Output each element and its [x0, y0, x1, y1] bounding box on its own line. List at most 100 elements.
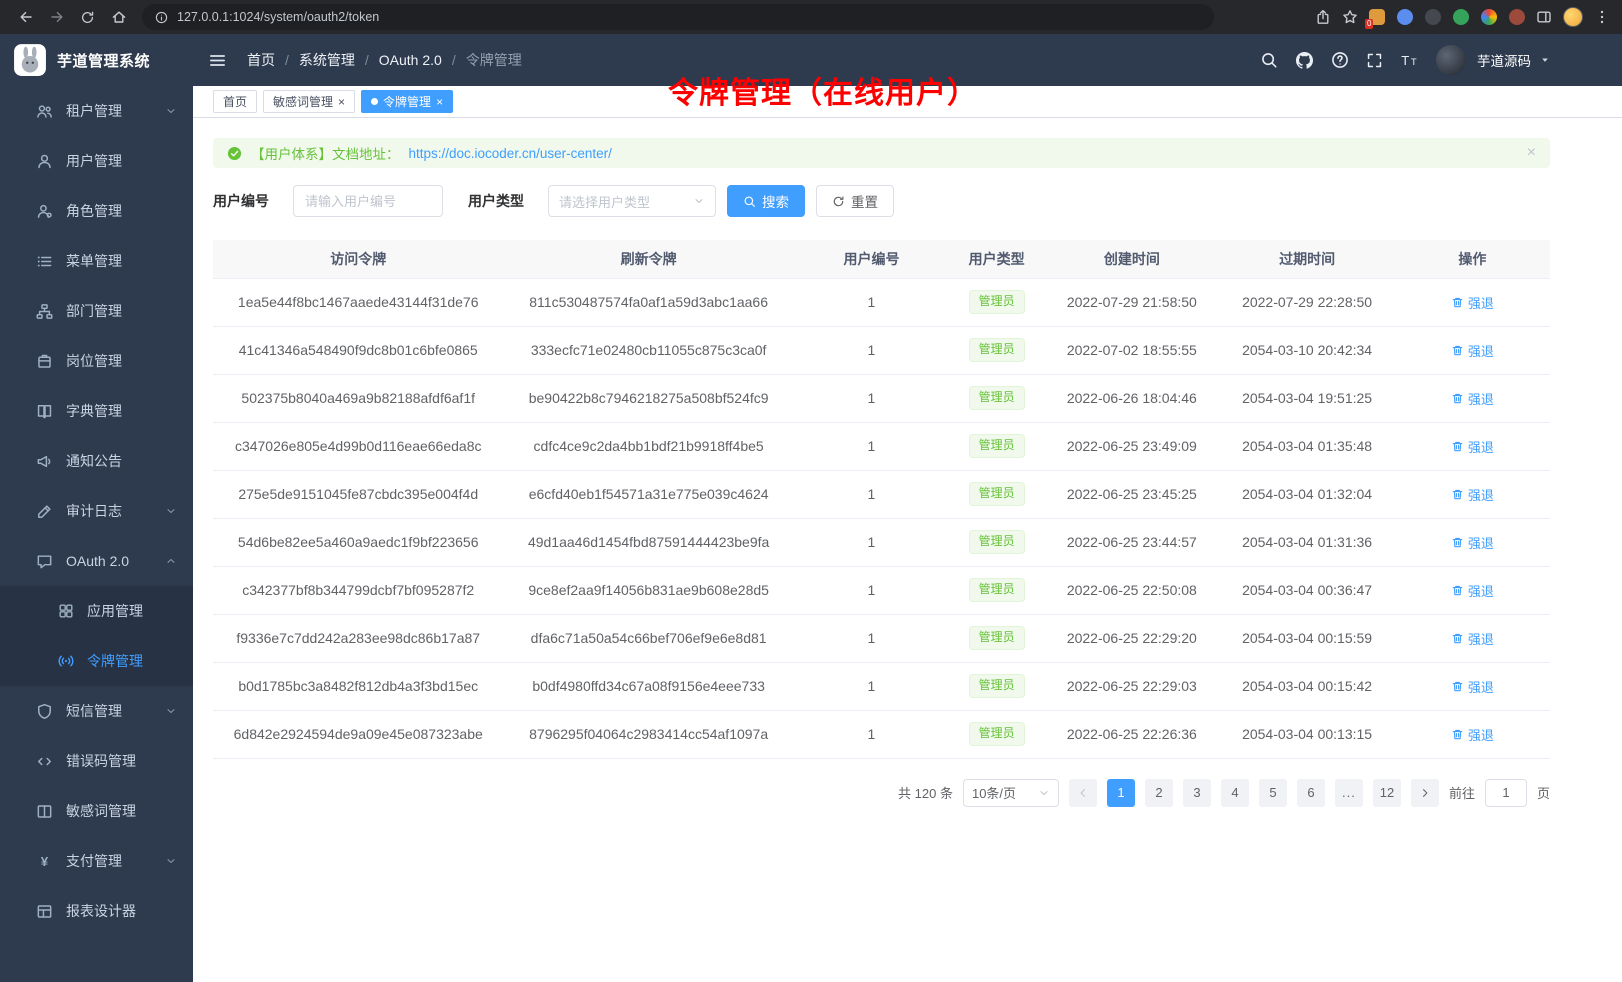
sidebar-item[interactable]: 菜单管理 — [0, 236, 193, 286]
pagination-prev-button[interactable] — [1069, 779, 1097, 807]
cell-create-time: 2022-06-25 22:29:20 — [1044, 614, 1219, 662]
pagination-goto-input[interactable] — [1485, 779, 1527, 807]
pagination-page-6[interactable]: 6 — [1297, 779, 1325, 807]
app-logo-row[interactable]: 芋道管理系统 — [0, 34, 193, 86]
table-row: 41c41346a548490f9dc8b01c6bfe0865333ecfc7… — [213, 326, 1550, 374]
sidebar-item[interactable]: 敏感词管理 — [0, 786, 193, 836]
active-tab-dot — [371, 98, 378, 105]
reset-button[interactable]: 重置 — [816, 185, 894, 217]
pagination-page-12[interactable]: 12 — [1373, 779, 1401, 807]
user-type-tag: 管理员 — [969, 338, 1025, 362]
font-size-icon[interactable]: TT — [1400, 51, 1419, 70]
tab-item[interactable]: 敏感词管理× — [263, 90, 355, 113]
sidebar-item[interactable]: 错误码管理 — [0, 736, 193, 786]
extension-icon[interactable] — [1453, 9, 1469, 25]
cell-access-token: b0d1785bc3a8482f812db4a3f3bd15ec — [213, 662, 503, 710]
info-icon[interactable] — [155, 11, 168, 24]
user-name[interactable]: 芋道源码 — [1477, 50, 1531, 70]
cell-expire-time: 2022-07-29 22:28:50 — [1219, 278, 1394, 326]
sidebar-subitem[interactable]: 应用管理 — [0, 586, 193, 636]
address-bar[interactable]: 127.0.0.1:1024/system/oauth2/token — [142, 4, 1214, 30]
tab-item[interactable]: 首页 — [213, 90, 257, 113]
force-logout-button[interactable]: 强退 — [1451, 293, 1494, 312]
sidebar-item-label: 用户管理 — [66, 151, 122, 171]
browser-chrome: 127.0.0.1:1024/system/oauth2/token 0 — [0, 0, 1622, 34]
fullscreen-icon[interactable] — [1366, 52, 1383, 69]
force-logout-button[interactable]: 强退 — [1451, 533, 1494, 552]
force-logout-label: 强退 — [1468, 341, 1494, 360]
force-logout-button[interactable]: 强退 — [1451, 437, 1494, 456]
share-icon[interactable] — [1315, 9, 1331, 25]
pagination-page-3[interactable]: 3 — [1183, 779, 1211, 807]
github-icon[interactable] — [1295, 51, 1314, 70]
pagination-page-4[interactable]: 4 — [1221, 779, 1249, 807]
extension-icon[interactable] — [1509, 9, 1525, 25]
search-button[interactable]: 搜索 — [727, 185, 805, 217]
tab-close-icon[interactable]: × — [338, 96, 345, 108]
split-view-icon[interactable] — [1536, 9, 1552, 25]
sidebar-item[interactable]: 用户管理 — [0, 136, 193, 186]
caret-down-icon[interactable] — [1540, 55, 1550, 65]
extension-icon[interactable] — [1397, 9, 1413, 25]
cell-create-time: 2022-07-02 18:55:55 — [1044, 326, 1219, 374]
sidebar-item[interactable]: 字典管理 — [0, 386, 193, 436]
search-icon[interactable] — [1260, 51, 1278, 69]
tab-close-icon[interactable]: × — [436, 96, 443, 108]
token-icon — [58, 653, 74, 669]
search-icon — [743, 195, 756, 208]
sidebar-item-label: 岗位管理 — [66, 351, 122, 371]
sidebar-item[interactable]: 租户管理 — [0, 86, 193, 136]
extension-icon[interactable] — [1481, 9, 1497, 25]
page-size-select[interactable]: 10条/页 — [963, 779, 1059, 807]
sidebar-item[interactable]: 岗位管理 — [0, 336, 193, 386]
sidebar-subitem[interactable]: 令牌管理 — [0, 636, 193, 686]
cell-create-time: 2022-06-25 22:26:36 — [1044, 710, 1219, 758]
breadcrumb-item[interactable]: 系统管理 — [299, 50, 355, 70]
table-row: 6d842e2924594de9a09e45e087323abe8796295f… — [213, 710, 1550, 758]
user-type-tag: 管理员 — [969, 482, 1025, 506]
hamburger-menu-icon[interactable] — [208, 51, 227, 70]
user-type-select[interactable]: 请选择用户类型 — [548, 185, 716, 217]
sidebar-item[interactable]: OAuth 2.0 — [0, 536, 193, 586]
force-logout-button[interactable]: 强退 — [1451, 341, 1494, 360]
breadcrumb-item[interactable]: OAuth 2.0 — [379, 52, 442, 68]
force-logout-button[interactable]: 强退 — [1451, 725, 1494, 744]
browser-profile-avatar[interactable] — [1563, 7, 1583, 27]
alert-link[interactable]: https://doc.iocoder.cn/user-center/ — [409, 146, 612, 161]
sidebar-item[interactable]: 短信管理 — [0, 686, 193, 736]
tab-item[interactable]: 令牌管理× — [361, 90, 453, 113]
pagination-next-button[interactable] — [1411, 779, 1439, 807]
table-column-header: 过期时间 — [1219, 240, 1394, 278]
pagination-ellipsis[interactable]: ... — [1335, 779, 1363, 807]
user-id-input[interactable] — [293, 185, 443, 217]
force-logout-button[interactable]: 强退 — [1451, 629, 1494, 648]
extension-icon[interactable]: 0 — [1369, 9, 1385, 25]
sidebar-item[interactable]: 角色管理 — [0, 186, 193, 236]
sidebar-item-label: 报表设计器 — [66, 901, 136, 921]
user-avatar[interactable] — [1436, 45, 1466, 75]
sidebar-item[interactable]: 审计日志 — [0, 486, 193, 536]
alert-close-icon[interactable]: × — [1527, 145, 1536, 161]
sidebar-item[interactable]: 部门管理 — [0, 286, 193, 336]
breadcrumb-item[interactable]: 首页 — [247, 50, 275, 70]
browser-menu-icon[interactable] — [1594, 9, 1610, 25]
pagination-page-1[interactable]: 1 — [1107, 779, 1135, 807]
token-table: 访问令牌刷新令牌用户编号用户类型创建时间过期时间操作 1ea5e44f8bc14… — [213, 240, 1550, 759]
sidebar-item[interactable]: ¥支付管理 — [0, 836, 193, 886]
pagination-page-2[interactable]: 2 — [1145, 779, 1173, 807]
sidebar-item[interactable]: 报表设计器 — [0, 886, 193, 936]
force-logout-button[interactable]: 强退 — [1451, 389, 1494, 408]
extension-icon[interactable] — [1425, 9, 1441, 25]
browser-back-button[interactable] — [12, 4, 39, 31]
back-icon — [18, 9, 34, 25]
bookmark-star-icon[interactable] — [1342, 9, 1358, 25]
pagination-page-5[interactable]: 5 — [1259, 779, 1287, 807]
browser-forward-button[interactable] — [43, 4, 70, 31]
force-logout-button[interactable]: 强退 — [1451, 581, 1494, 600]
force-logout-button[interactable]: 强退 — [1451, 485, 1494, 504]
help-icon[interactable] — [1331, 51, 1349, 69]
sidebar-item[interactable]: 通知公告 — [0, 436, 193, 486]
force-logout-button[interactable]: 强退 — [1451, 677, 1494, 696]
browser-home-button[interactable] — [105, 4, 132, 31]
browser-reload-button[interactable] — [74, 4, 101, 31]
